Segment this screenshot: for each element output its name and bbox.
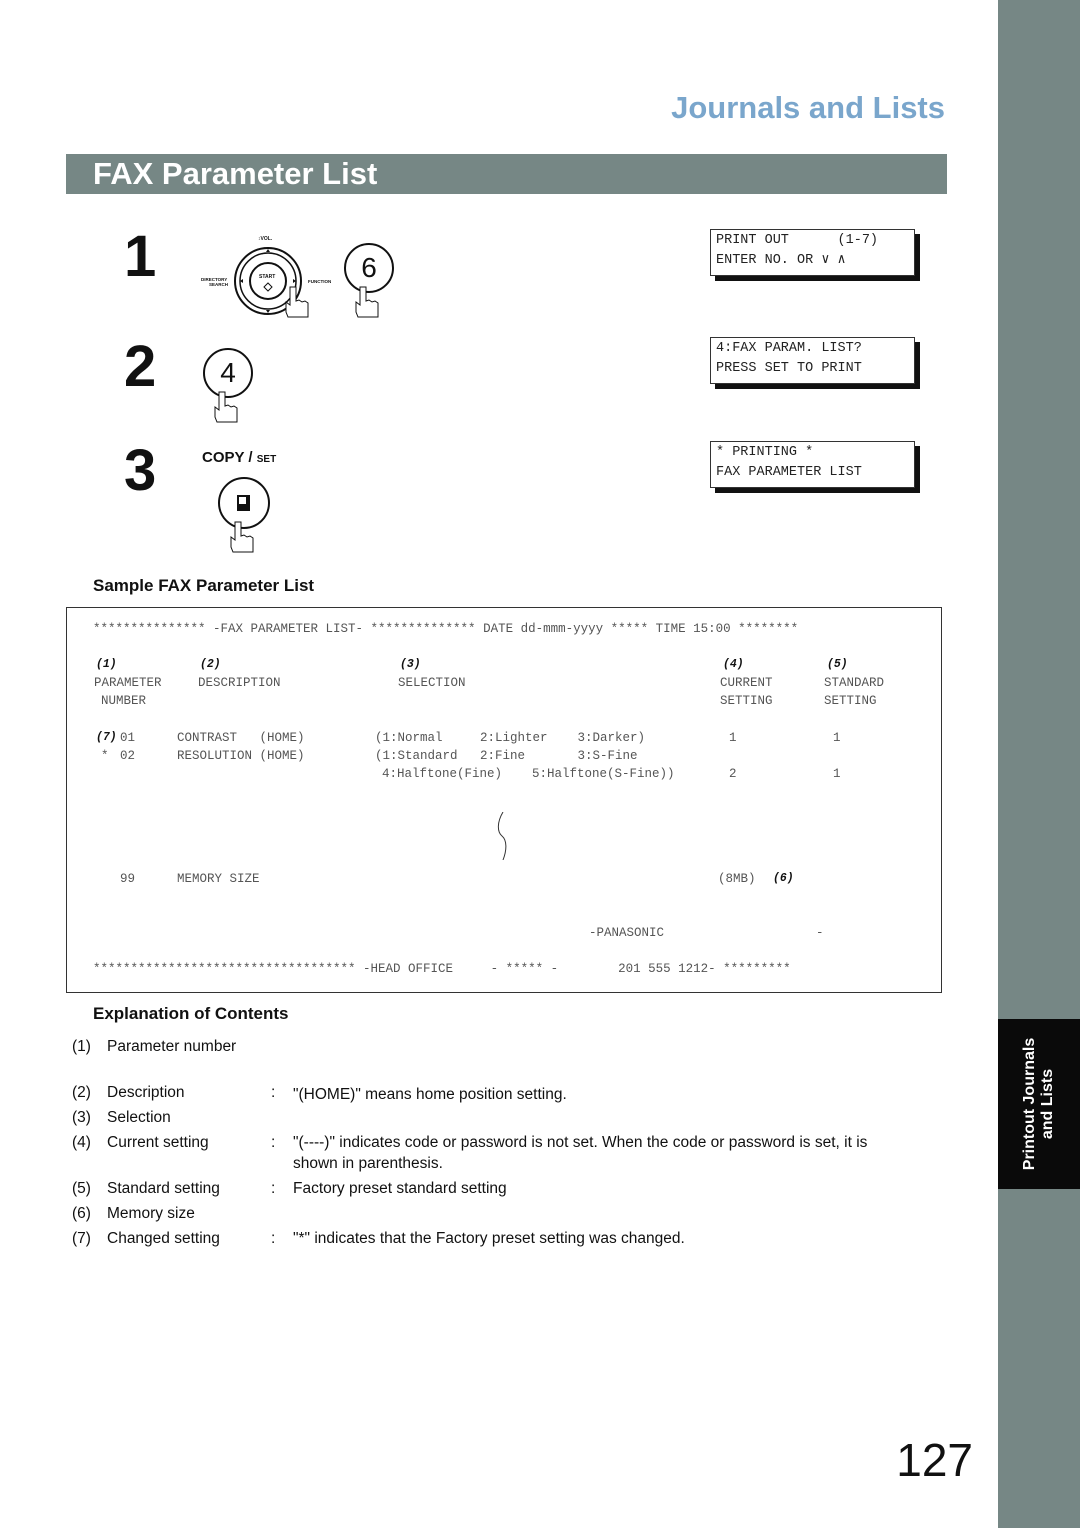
row-2-description: RESOLUTION (HOME) bbox=[177, 749, 305, 763]
row-1-description: CONTRAST (HOME) bbox=[177, 731, 305, 745]
item-number: (4) bbox=[72, 1134, 91, 1151]
function-label: FUNCTION bbox=[308, 279, 332, 284]
side-tab-line2: and Lists bbox=[1039, 1068, 1056, 1140]
step-2-number: 2 bbox=[124, 334, 157, 399]
col-standard-setting-2: SETTING bbox=[824, 694, 877, 708]
marker-6: (6) bbox=[773, 872, 794, 885]
marker-2: (2) bbox=[200, 658, 221, 671]
item-label: Memory size bbox=[107, 1205, 195, 1222]
row-1-current: 1 bbox=[729, 731, 737, 745]
col-selection: SELECTION bbox=[398, 676, 466, 690]
row-2-standard: 1 bbox=[833, 767, 841, 781]
explanation-heading: Explanation of Contents bbox=[93, 1004, 289, 1023]
item-colon: : bbox=[271, 1134, 276, 1151]
step-3-number: 3 bbox=[124, 438, 157, 503]
search-label: SEARCH bbox=[209, 282, 229, 287]
omission-break-icon bbox=[497, 812, 507, 860]
marker-3: (3) bbox=[400, 658, 421, 671]
item-number: (5) bbox=[72, 1180, 91, 1197]
col-current-setting: CURRENT bbox=[720, 676, 773, 690]
lcd-display-step-3: * PRINTING * FAX PARAMETER LIST bbox=[710, 441, 915, 488]
item-label: Selection bbox=[107, 1109, 171, 1126]
lcd-display-step-2: 4:FAX PARAM. LIST? PRESS SET TO PRINT bbox=[710, 337, 915, 384]
section-title: FAX Parameter List bbox=[93, 156, 378, 191]
section-title-bar: FAX Parameter List bbox=[66, 154, 947, 194]
footer-dash: - bbox=[816, 926, 824, 940]
item-label: Description bbox=[107, 1084, 185, 1101]
pointing-hand-icon bbox=[285, 286, 309, 318]
side-tab-label: Printout Journals and Lists bbox=[1021, 1038, 1057, 1170]
side-tab-line1: Printout Journals bbox=[1021, 1037, 1038, 1171]
item-text: "(----)" indicates code or password is n… bbox=[293, 1134, 868, 1172]
lcd-line-2: ENTER NO. OR ∨ ∧ bbox=[716, 253, 846, 268]
item-number: (2) bbox=[72, 1084, 91, 1101]
lcd-line-2: PRESS SET TO PRINT bbox=[716, 361, 862, 376]
item-text: "(HOME)" means home position setting. bbox=[293, 1086, 567, 1103]
sample-parameter-list: *************** -FAX PARAMETER LIST- ***… bbox=[66, 607, 942, 993]
row-99-number: 99 bbox=[120, 872, 136, 886]
item-number: (7) bbox=[72, 1230, 91, 1247]
item-number: (3) bbox=[72, 1109, 91, 1126]
pointing-hand-icon bbox=[355, 286, 379, 318]
row-99-memory: (8MB) bbox=[718, 872, 756, 886]
marker-7: (7) bbox=[96, 731, 117, 744]
item-colon: : bbox=[271, 1230, 276, 1247]
sample-heading: Sample FAX Parameter List bbox=[93, 576, 315, 595]
pointing-hand-icon bbox=[214, 391, 238, 423]
copy-set-label: COPY / SET bbox=[202, 449, 276, 466]
item-label: Parameter number bbox=[107, 1038, 237, 1055]
footer-company: -PANASONIC bbox=[589, 926, 665, 940]
col-parameter-number: PARAMETER bbox=[94, 676, 162, 690]
item-text: Factory preset standard setting bbox=[293, 1180, 507, 1197]
set-label: SET bbox=[256, 454, 277, 465]
row-1-selection: (1:Normal 2:Lighter 3:Darker) bbox=[375, 731, 646, 745]
side-accent-bar bbox=[998, 0, 1080, 1528]
row-2-changed-flag: * bbox=[101, 749, 109, 763]
footer-line: *********************************** -HEA… bbox=[93, 962, 791, 976]
copy-label: COPY / bbox=[202, 449, 257, 466]
nav-pad-keypad[interactable]: ↕VOL. DIRECTORY SEARCH FUNCTION START bbox=[200, 234, 340, 324]
page-number: 127 bbox=[896, 1434, 973, 1486]
row-1-standard: 1 bbox=[833, 731, 841, 745]
item-label: Changed setting bbox=[107, 1230, 220, 1247]
row-2-current: 2 bbox=[729, 767, 737, 781]
pointing-hand-icon bbox=[230, 521, 254, 553]
item-colon: : bbox=[271, 1084, 276, 1101]
lcd-line-1: PRINT OUT (1-7) bbox=[716, 233, 879, 248]
marker-1: (1) bbox=[96, 658, 117, 671]
col-current-setting-2: SETTING bbox=[720, 694, 773, 708]
chapter-title: Journals and Lists bbox=[671, 90, 945, 125]
col-description: DESCRIPTION bbox=[198, 676, 281, 690]
marker-4: (4) bbox=[723, 658, 744, 671]
list-header-line: *************** -FAX PARAMETER LIST- ***… bbox=[93, 622, 799, 636]
row-1-number: 01 bbox=[120, 731, 136, 745]
lcd-line-1: * PRINTING * bbox=[716, 445, 814, 460]
chapter-side-tab[interactable]: Printout Journals and Lists bbox=[998, 1019, 1080, 1189]
lcd-line-2: FAX PARAMETER LIST bbox=[716, 465, 862, 480]
item-number: (1) bbox=[72, 1038, 91, 1055]
marker-5: (5) bbox=[827, 658, 848, 671]
item-number: (6) bbox=[72, 1205, 91, 1222]
step-1-number: 1 bbox=[124, 224, 157, 289]
row-2-number: 02 bbox=[120, 749, 136, 763]
lcd-line-1: 4:FAX PARAM. LIST? bbox=[716, 341, 862, 356]
item-colon: : bbox=[271, 1180, 276, 1197]
col-standard-setting: STANDARD bbox=[824, 676, 885, 690]
item-label: Standard setting bbox=[107, 1180, 220, 1197]
item-text: "*" indicates that the Factory preset se… bbox=[293, 1230, 685, 1247]
col-parameter-number-2: NUMBER bbox=[101, 694, 147, 708]
row-2-selection: (1:Standard 2:Fine 3:S-Fine bbox=[375, 749, 638, 763]
vol-label: ↕VOL. bbox=[258, 236, 273, 242]
row-2-selection-2: 4:Halftone(Fine) 5:Halftone(S-Fine)) bbox=[382, 767, 675, 781]
item-label: Current setting bbox=[107, 1134, 209, 1151]
lcd-display-step-1: PRINT OUT (1-7) ENTER NO. OR ∨ ∧ bbox=[710, 229, 915, 276]
row-99-description: MEMORY SIZE bbox=[177, 872, 260, 886]
copy-document-icon bbox=[237, 495, 250, 511]
start-label: START bbox=[259, 274, 276, 280]
